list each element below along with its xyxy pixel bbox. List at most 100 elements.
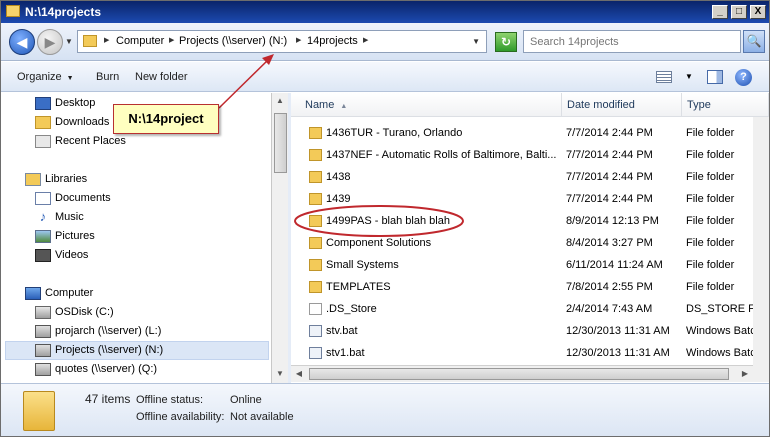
file-type: File folder: [686, 259, 735, 271]
organize-button[interactable]: Organize ▼: [17, 71, 74, 83]
breadcrumb-computer[interactable]: Computer: [116, 35, 164, 47]
file-date: 7/8/2014 2:55 PM: [566, 281, 653, 293]
file-date: 8/4/2014 3:27 PM: [566, 237, 653, 249]
new-folder-button[interactable]: New folder: [135, 71, 188, 83]
file-type: Windows Batch File: [686, 325, 756, 337]
chevron-up-icon[interactable]: ▲: [272, 93, 288, 109]
file-type: Windows Batch File: [686, 347, 756, 359]
change-view-icon[interactable]: [656, 71, 672, 83]
search-input[interactable]: [523, 30, 741, 53]
computer-icon: [25, 287, 41, 300]
callout-label: N:\14project: [113, 104, 219, 134]
file-row[interactable]: Small Systems 6/11/2014 11:24 AM File fo…: [291, 254, 769, 276]
file-name: Small Systems: [326, 259, 399, 271]
nav-item-label: Videos: [55, 249, 89, 261]
address-history-dropdown-icon[interactable]: ▼: [472, 37, 480, 46]
column-header-name[interactable]: Name ▲: [291, 93, 562, 117]
chevron-left-icon[interactable]: ◀: [291, 366, 307, 382]
folder-icon: [83, 35, 97, 47]
chevron-right-icon[interactable]: ▶: [104, 36, 109, 44]
network-drive-icon: [35, 325, 51, 338]
minimize-button[interactable]: _: [712, 5, 728, 19]
nav-item-label: Projects (\\server) (N:): [55, 344, 164, 356]
column-header-type[interactable]: Type: [682, 93, 769, 117]
file-row[interactable]: 1439 7/7/2014 2:44 PM File folder: [291, 188, 769, 210]
address-area: ◀ ▶ ▼ ▶ Computer ▶ Projects (\\server) (…: [1, 23, 769, 61]
file-date: 8/9/2014 12:13 PM: [566, 215, 659, 227]
recent-pages-dropdown-icon[interactable]: ▼: [65, 37, 73, 46]
file-date: 12/30/2013 11:31 AM: [566, 325, 670, 337]
file-row[interactable]: 1437NEF - Automatic Rolls of Baltimore, …: [291, 144, 769, 166]
file-name: 1438: [326, 171, 351, 183]
file-type: File folder: [686, 127, 735, 139]
explorer-window: N:\14projects _ □ X ◀ ▶ ▼ ▶ Computer ▶ P…: [0, 0, 770, 437]
folder-icon: [309, 149, 322, 161]
file-date: 6/11/2014 11:24 AM: [566, 259, 663, 271]
preview-pane-icon[interactable]: [707, 70, 723, 84]
title-bar[interactable]: N:\14projects _ □ X: [1, 1, 769, 23]
chevron-right-icon[interactable]: ▶: [169, 36, 174, 44]
file-list-scrollbar[interactable]: [753, 117, 769, 382]
network-drive-icon: [35, 363, 51, 376]
address-bar[interactable]: ▶ Computer ▶ Projects (\\server) (N:) ▶ …: [77, 30, 487, 53]
scrollbar-thumb[interactable]: [309, 368, 729, 380]
command-bar: Organize ▼ Burn New folder ▼ ?: [1, 62, 769, 92]
chevron-down-icon: ▼: [66, 75, 74, 82]
refresh-button[interactable]: ↻: [495, 32, 517, 52]
nav-item-label: Desktop: [55, 97, 96, 109]
file-row[interactable]: .DS_Store 2/4/2014 7:43 AM DS_STORE File: [291, 298, 769, 320]
details-pane: 47 items Offline status: Online Offline …: [1, 383, 769, 436]
file-row[interactable]: 1499PAS - blah blah blah 8/9/2014 12:13 …: [291, 210, 769, 232]
file-name: stv1.bat: [326, 347, 365, 359]
offline-status-label: Offline status:: [136, 394, 204, 406]
file-row[interactable]: TEMPLATES 7/8/2014 2:55 PM File folder: [291, 276, 769, 298]
file-row[interactable]: 1438 7/7/2014 2:44 PM File folder: [291, 166, 769, 188]
file-type: File folder: [686, 237, 735, 249]
batch-file-icon: [309, 325, 322, 337]
breadcrumb-projects-drive[interactable]: Projects (\\server) (N:): [179, 35, 287, 47]
search-icon[interactable]: 🔍: [743, 30, 765, 53]
videos-icon: [35, 249, 51, 262]
batch-file-icon: [309, 347, 322, 359]
breadcrumb-14projects[interactable]: 14projects: [307, 35, 358, 47]
scrollbar-thumb[interactable]: [274, 113, 287, 173]
chevron-right-icon[interactable]: ▶: [363, 36, 368, 44]
file-name: 1439: [326, 193, 351, 205]
column-header-date[interactable]: Date modified: [562, 93, 682, 117]
file-row[interactable]: Component Solutions 8/4/2014 3:27 PM Fil…: [291, 232, 769, 254]
pictures-icon: [35, 230, 51, 243]
close-button[interactable]: X: [750, 5, 766, 19]
help-icon[interactable]: ?: [735, 69, 752, 86]
file-name: Component Solutions: [326, 237, 432, 249]
nav-item-label: Libraries: [45, 173, 88, 185]
file-type: File folder: [686, 193, 735, 205]
forward-button[interactable]: ▶: [37, 29, 63, 55]
horizontal-scrollbar[interactable]: ◀ ▶: [291, 365, 753, 382]
file-row[interactable]: 1436TUR - Turano, Orlando 7/7/2014 2:44 …: [291, 122, 769, 144]
desktop-icon: [35, 97, 51, 110]
chevron-down-icon[interactable]: ▼: [272, 366, 288, 382]
file-name: TEMPLATES: [326, 281, 391, 293]
folder-icon: [6, 5, 20, 17]
disk-icon: [35, 306, 51, 319]
file-name: stv.bat: [326, 325, 358, 337]
folder-icon: [309, 171, 322, 183]
file-row[interactable]: stv.bat 12/30/2013 11:31 AM Windows Batc…: [291, 320, 769, 342]
chevron-right-icon[interactable]: ▶: [737, 366, 753, 382]
chevron-down-icon[interactable]: ▼: [685, 72, 693, 81]
maximize-button[interactable]: □: [731, 5, 747, 19]
chevron-right-icon[interactable]: ▶: [296, 36, 301, 44]
file-row[interactable]: stv1.bat 12/30/2013 11:31 AM Windows Bat…: [291, 342, 769, 364]
file-date: 12/30/2013 11:31 AM: [566, 347, 670, 359]
folder-icon: [309, 259, 322, 271]
burn-button[interactable]: Burn: [96, 71, 119, 83]
file-date: 7/7/2014 2:44 PM: [566, 171, 653, 183]
offline-status-value: Online: [230, 394, 262, 406]
folder-icon: [309, 127, 322, 139]
back-button[interactable]: ◀: [9, 29, 35, 55]
file-type: File folder: [686, 281, 735, 293]
navigation-pane: Desktop Downloads Recent Places Librarie…: [1, 93, 271, 383]
file-name: 1437NEF - Automatic Rolls of Baltimore, …: [326, 149, 556, 161]
nav-pane-scrollbar[interactable]: ▲ ▼: [271, 93, 288, 383]
nav-item-label: Computer: [45, 287, 94, 299]
